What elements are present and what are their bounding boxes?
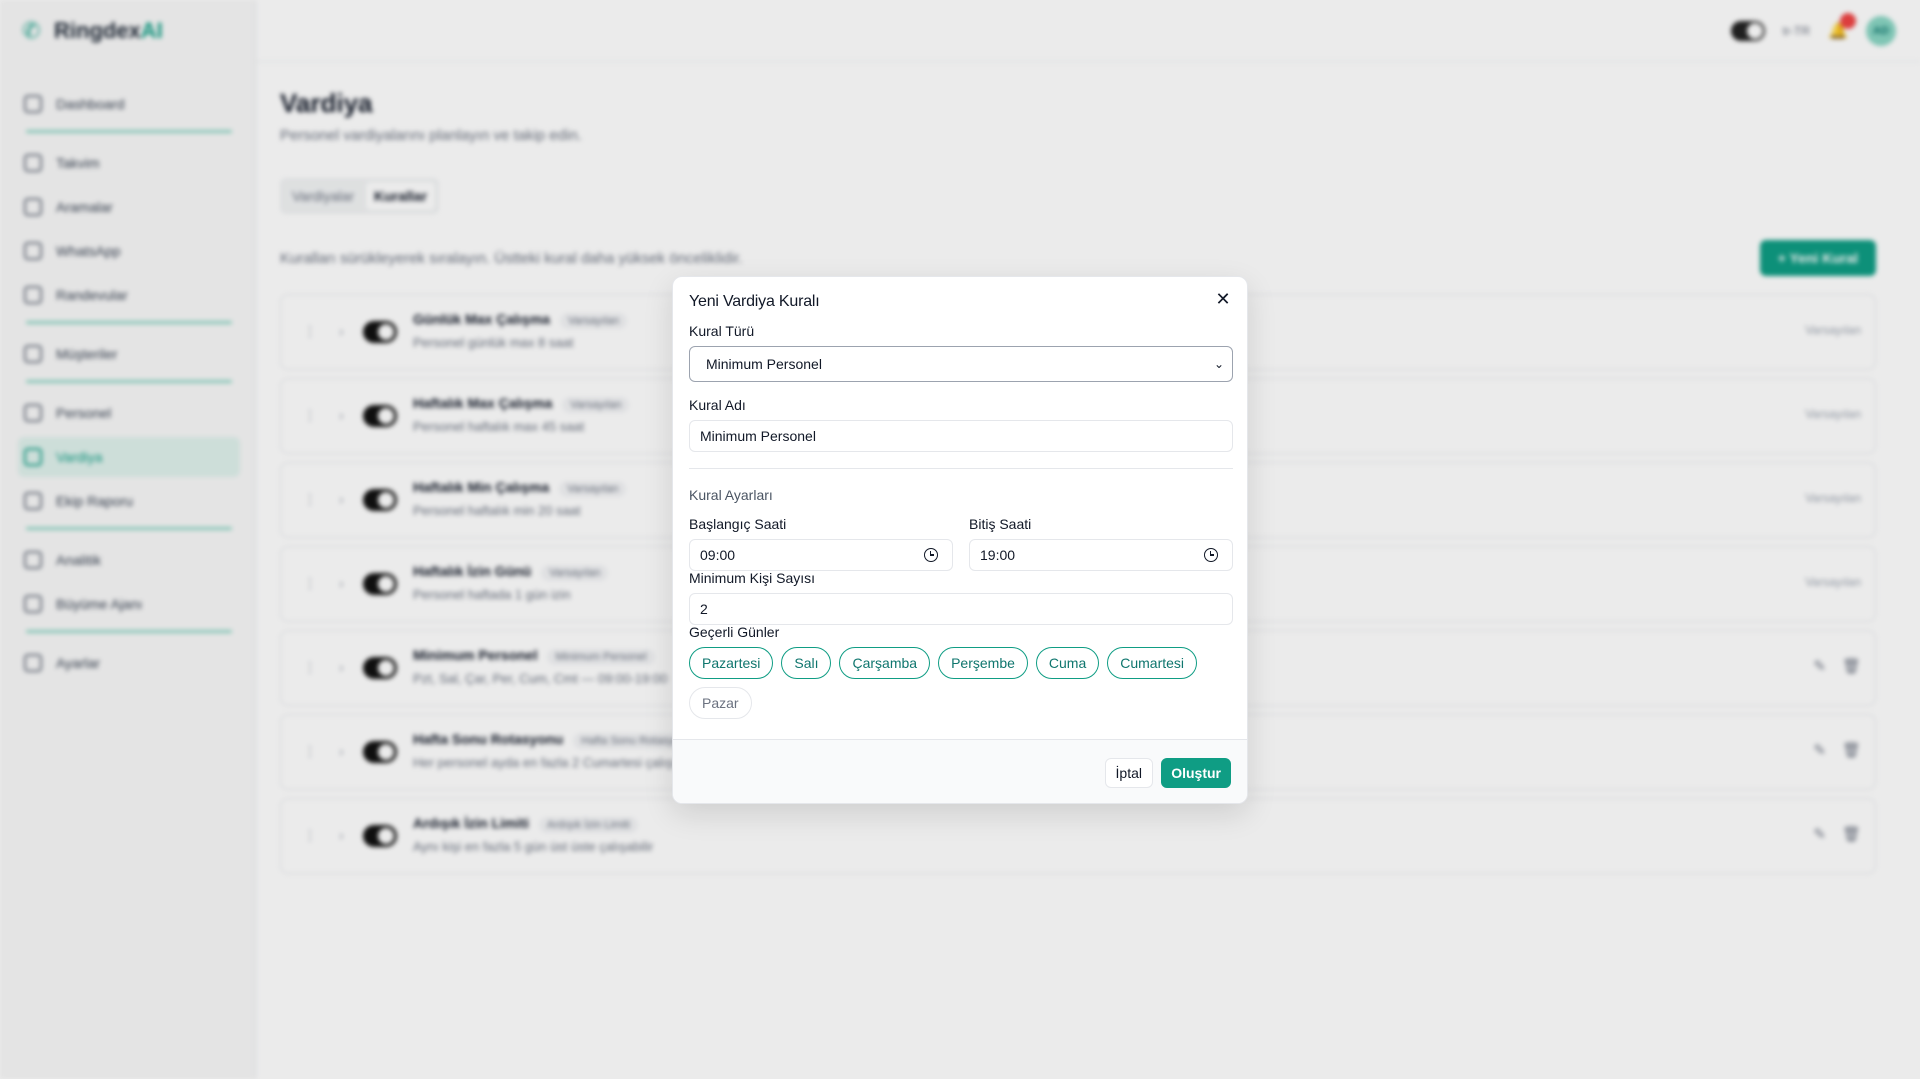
cancel-button[interactable]: İptal <box>1104 758 1153 788</box>
clock-icon[interactable] <box>1204 548 1218 562</box>
min-people-input[interactable]: 2 <box>689 593 1233 625</box>
rule-type-label: Kural Türü <box>689 323 755 339</box>
rule-name-input[interactable]: Minimum Personel <box>689 420 1233 452</box>
day-toggle-carsamba[interactable]: Çarşamba <box>839 647 931 679</box>
rule-name-value: Minimum Personel <box>700 428 816 444</box>
valid-days-label: Geçerli Günler <box>689 624 780 640</box>
rule-name-label: Kural Adı <box>689 397 746 413</box>
end-time-value: 19:00 <box>980 547 1016 563</box>
min-people-label: Minimum Kişi Sayısı <box>689 570 816 586</box>
end-time-input[interactable]: 19:00 <box>969 539 1233 571</box>
clock-icon[interactable] <box>924 548 938 562</box>
start-time-label: Başlangıç Saati <box>689 516 787 532</box>
end-time-label: Bitiş Saati <box>969 516 1032 532</box>
dialog-footer: İptal Oluştur <box>673 739 1247 803</box>
valid-days-group: Pazartesi Salı Çarşamba Perşembe Cuma Cu… <box>689 647 1233 719</box>
close-icon[interactable]: ✕ <box>1213 289 1233 309</box>
min-people-value: 2 <box>700 601 708 617</box>
start-time-input[interactable]: 09:00 <box>689 539 953 571</box>
rule-settings-label: Kural Ayarları <box>689 487 773 503</box>
rule-type-value: Minimum Personel <box>706 356 822 372</box>
day-toggle-cuma[interactable]: Cuma <box>1035 647 1100 679</box>
day-toggle-persembe[interactable]: Perşembe <box>938 647 1028 679</box>
start-time-value: 09:00 <box>700 547 736 563</box>
create-button[interactable]: Oluştur <box>1161 758 1231 788</box>
new-shift-rule-dialog: Yeni Vardiya Kuralı ✕ Kural Türü Minimum… <box>672 276 1248 804</box>
day-toggle-cumartesi[interactable]: Cumartesi <box>1107 647 1198 679</box>
rule-type-select[interactable]: Minimum Personel ⌄ <box>689 346 1233 382</box>
day-toggle-pazartesi[interactable]: Pazartesi <box>689 647 774 679</box>
section-divider <box>689 468 1233 469</box>
day-toggle-sali[interactable]: Salı <box>781 647 832 679</box>
chevron-down-icon: ⌄ <box>1213 357 1224 371</box>
dialog-title: Yeni Vardiya Kuralı <box>689 293 820 310</box>
day-toggle-pazar[interactable]: Pazar <box>689 687 752 719</box>
